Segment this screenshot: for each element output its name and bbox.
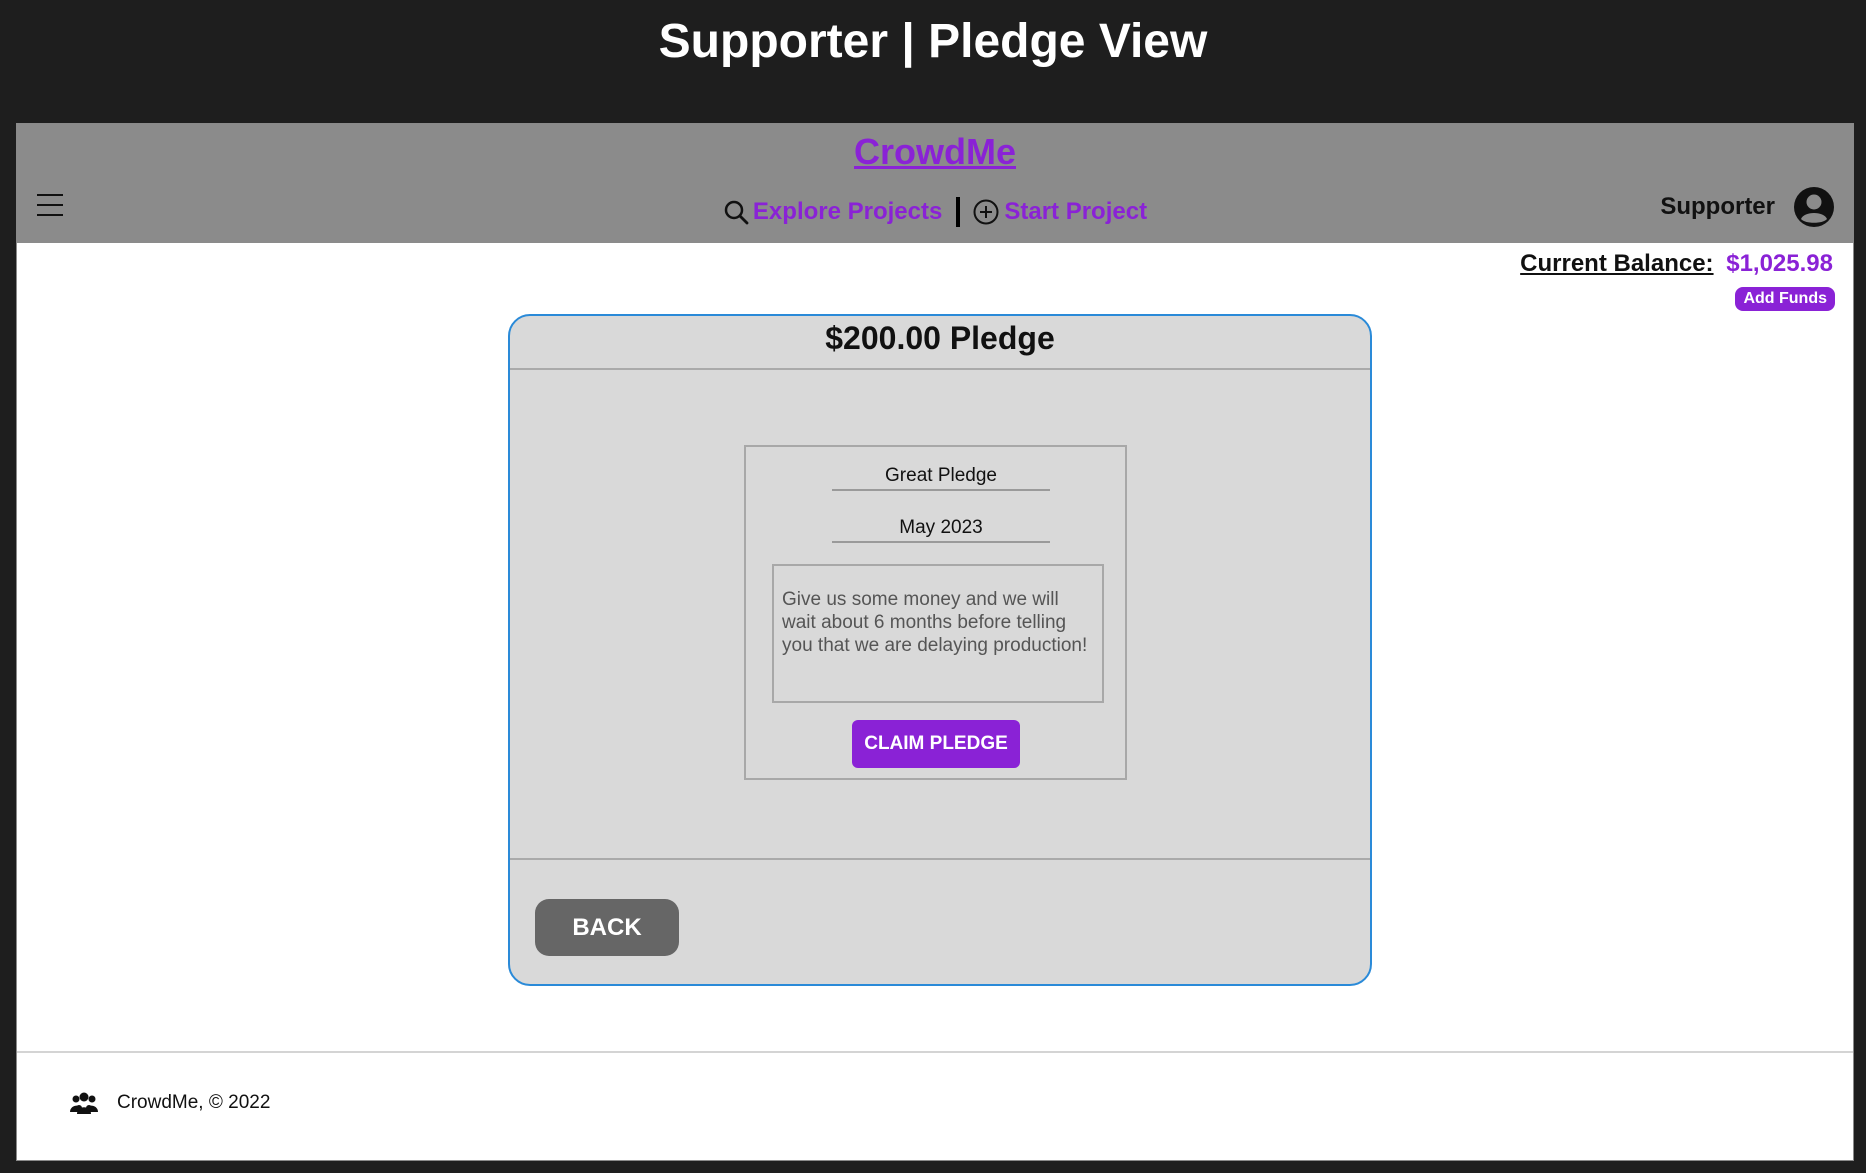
current-balance: Current Balance: $1,025.98	[1520, 250, 1833, 278]
balance-label[interactable]: Current Balance:	[1520, 250, 1713, 277]
footer: CrowdMe, © 2022	[69, 1090, 270, 1116]
reward-description: Give us some money and we will wait abou…	[772, 564, 1104, 703]
user-menu[interactable]: Supporter	[1660, 186, 1835, 228]
brand-logo: CrowdMe	[17, 130, 1853, 174]
pledge-card: $200.00 Pledge Great Pledge May 2023 Giv…	[508, 314, 1372, 986]
search-icon	[724, 200, 749, 225]
user-name: Supporter	[1660, 193, 1775, 220]
card-divider	[510, 858, 1370, 860]
start-project-label: Start Project	[1004, 198, 1148, 225]
explore-projects-label: Explore Projects	[752, 198, 943, 225]
reward-name: Great Pledge	[832, 461, 1050, 491]
page-title: Supporter | Pledge View	[658, 15, 1208, 68]
plus-circle-icon	[973, 199, 999, 225]
balance-value: $1,025.98	[1726, 250, 1833, 277]
footer-divider	[17, 1051, 1853, 1053]
header: CrowdMe Explore Projects Start Project S…	[17, 124, 1853, 243]
brand-link[interactable]: CrowdMe	[854, 131, 1016, 172]
app-frame: CrowdMe Explore Projects Start Project S…	[16, 123, 1854, 1161]
claim-pledge-button[interactable]: CLAIM PLEDGE	[852, 720, 1020, 768]
pledge-title: $200.00 Pledge	[510, 316, 1370, 370]
explore-projects-link[interactable]: Explore Projects	[723, 198, 942, 226]
start-project-link[interactable]: Start Project	[972, 198, 1147, 226]
back-button[interactable]: BACK	[535, 899, 679, 956]
main-nav: Explore Projects Start Project	[17, 192, 1853, 232]
user-avatar-icon[interactable]	[1793, 186, 1835, 228]
footer-copyright: CrowdMe, © 2022	[117, 1092, 271, 1113]
nav-divider	[956, 197, 961, 227]
reward-date: May 2023	[832, 513, 1050, 543]
add-funds-button[interactable]: Add Funds	[1735, 287, 1835, 311]
reward-panel: Great Pledge May 2023 Give us some money…	[744, 445, 1127, 780]
users-group-icon	[70, 1092, 98, 1114]
